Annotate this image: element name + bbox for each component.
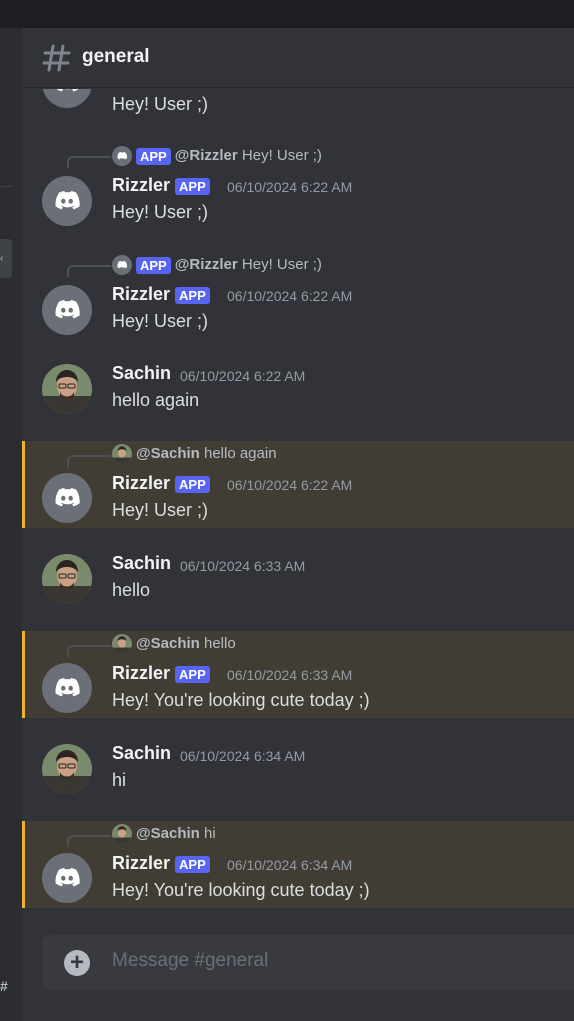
message-text: hello again [112, 390, 200, 410]
message-text: hello [112, 580, 151, 600]
message-composer[interactable]: + Message #general [42, 935, 574, 990]
message-text: hi [112, 770, 127, 790]
app-badge: APP [175, 287, 210, 304]
timestamp: 06/10/2024 6:22 AM [227, 288, 353, 304]
author-name[interactable]: Sachin [112, 743, 171, 764]
user-avatar[interactable] [42, 744, 92, 794]
discord-logo-icon [55, 488, 80, 507]
channel-header: general [22, 28, 574, 88]
reply-mention[interactable]: @Sachin [136, 635, 200, 652]
user-avatar[interactable] [42, 554, 92, 604]
author-name[interactable]: Rizzler APP [112, 175, 210, 196]
channel-sidebar-edge: ‹ # [0, 28, 22, 1021]
reply-text: Hey! User ;) [241, 146, 322, 164]
reply-avatar-icon [112, 146, 132, 166]
message-text: Hey! User ;) [112, 202, 209, 222]
reply-mention[interactable]: @Rizzler [175, 256, 238, 273]
reply-mention[interactable]: @Sachin [136, 825, 200, 842]
timestamp: 06/10/2024 6:22 AM [227, 477, 353, 493]
chevron-left-icon: ‹ [0, 253, 4, 264]
message[interactable]: Sachin 06/10/2024 6:33 AM hello [22, 549, 574, 629]
reply-preview[interactable]: APP @Rizzler Hey! User ;) [112, 146, 322, 166]
reply-avatar-icon [112, 255, 132, 275]
message-text: Hey! User ;) [112, 311, 209, 331]
message-input[interactable]: Message #general [112, 950, 268, 972]
title-bar [0, 0, 574, 28]
message[interactable]: APP @Rizzler Hey! User ;) Rizzler APP 06/… [22, 144, 574, 229]
channel-hash-icon [42, 44, 71, 72]
message[interactable]: Sachin 06/10/2024 6:22 AM hello again [22, 359, 574, 439]
user-photo-icon [42, 364, 92, 414]
app-badge: APP [175, 178, 210, 195]
reply-text: hello [203, 634, 236, 652]
bot-avatar[interactable] [42, 853, 92, 903]
reply-avatar-icon [112, 444, 132, 464]
discord-logo-icon [55, 678, 80, 697]
reply-connector [67, 156, 111, 168]
timestamp: 06/10/2024 6:33 AM [227, 667, 353, 683]
author-name[interactable]: Sachin [112, 363, 171, 384]
message[interactable]: APP @Rizzler Hey! User ;) Rizzler APP 06/… [22, 253, 574, 338]
bot-avatar[interactable] [42, 473, 92, 523]
app-badge: APP [136, 256, 171, 274]
timestamp: 06/10/2024 6:33 AM [180, 558, 306, 574]
author-name[interactable]: Rizzler APP [112, 284, 210, 305]
reply-text: hi [203, 824, 216, 842]
discord-logo-icon [55, 191, 80, 210]
message[interactable]: Sachin 06/10/2024 6:34 AM hi [22, 739, 574, 819]
author-name[interactable]: Rizzler APP [112, 853, 210, 874]
sidebar-selected-item[interactable]: ‹ [0, 239, 12, 278]
message[interactable]: Hey! User ;) [22, 89, 574, 118]
message-highlighted[interactable]: @Sachin hi Rizzler APP 06/10/2024 6:34 A… [22, 821, 574, 908]
message-text: Hey! User ;) [112, 94, 209, 114]
sidebar-divider [0, 186, 12, 187]
reply-connector [67, 265, 111, 277]
app-badge: APP [175, 666, 210, 683]
reply-mention[interactable]: @Sachin [136, 445, 200, 462]
user-photo-icon [42, 554, 92, 604]
reply-connector [67, 835, 111, 847]
reply-connector [67, 455, 111, 467]
chat-area: general Hey! User ;) APP @Rizzler Hey! Us… [22, 28, 574, 1021]
bot-avatar[interactable] [42, 663, 92, 713]
hash-icon: # [0, 978, 8, 994]
reply-mention[interactable]: @Rizzler [175, 147, 238, 164]
user-avatar[interactable] [42, 364, 92, 414]
discord-logo-icon [56, 89, 79, 92]
bot-avatar[interactable] [42, 176, 92, 226]
app-badge: APP [175, 476, 210, 493]
channel-title: general [82, 46, 150, 67]
reply-preview[interactable]: @Sachin hi [112, 824, 216, 844]
reply-preview[interactable]: APP @Rizzler Hey! User ;) [112, 255, 322, 275]
author-name[interactable]: Rizzler APP [112, 473, 210, 494]
bot-avatar[interactable] [42, 89, 92, 108]
message-text: Hey! You're looking cute today ;) [112, 690, 370, 710]
timestamp: 06/10/2024 6:34 AM [180, 748, 306, 764]
reply-preview[interactable]: @Sachin hello again [112, 444, 277, 464]
app-badge: APP [136, 147, 171, 165]
reply-connector [67, 645, 111, 657]
bot-avatar[interactable] [42, 285, 92, 335]
timestamp: 06/10/2024 6:22 AM [180, 368, 306, 384]
author-name[interactable]: Sachin [112, 553, 171, 574]
message-list[interactable]: Hey! User ;) APP @Rizzler Hey! User ;) Ri… [22, 89, 574, 934]
message-text: Hey! User ;) [112, 500, 209, 520]
timestamp: 06/10/2024 6:34 AM [227, 857, 353, 873]
author-name[interactable]: Rizzler APP [112, 663, 210, 684]
user-photo-icon [42, 744, 92, 794]
message-text: Hey! You're looking cute today ;) [112, 880, 370, 900]
reply-text: hello again [203, 444, 277, 462]
reply-avatar-icon [112, 824, 132, 844]
message-highlighted[interactable]: @Sachin hello Rizzler APP 06/10/2024 6:3… [22, 631, 574, 718]
discord-logo-icon [55, 300, 80, 319]
app-badge: APP [175, 856, 210, 873]
reply-preview[interactable]: @Sachin hello [112, 634, 236, 654]
message-highlighted[interactable]: @Sachin hello again Rizzler APP 06/10/20… [22, 441, 574, 528]
reply-avatar-icon [112, 634, 132, 654]
plus-circle-icon[interactable]: + [64, 950, 90, 976]
discord-logo-icon [55, 868, 80, 887]
reply-text: Hey! User ;) [241, 255, 322, 273]
timestamp: 06/10/2024 6:22 AM [227, 179, 353, 195]
